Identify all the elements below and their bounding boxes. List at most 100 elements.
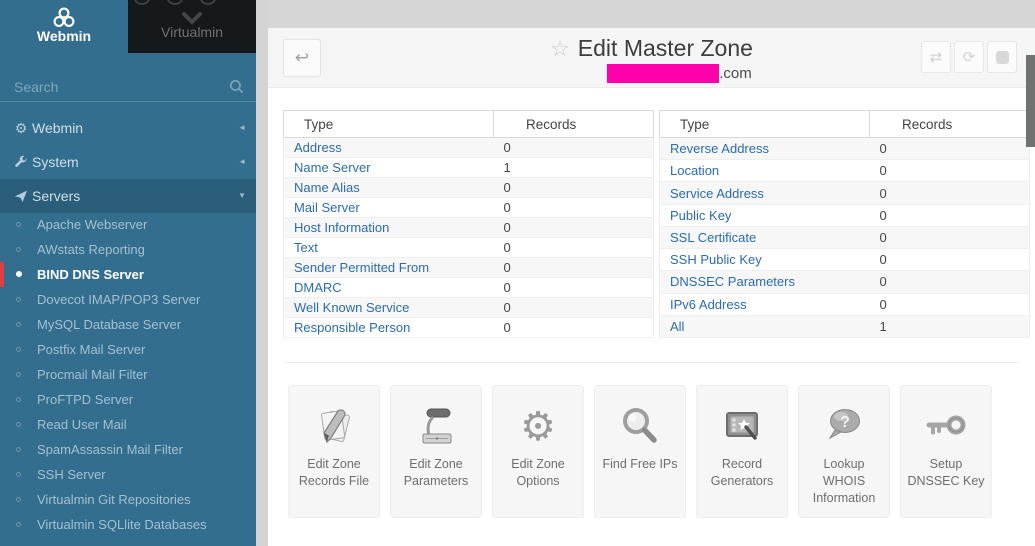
sidebar-item-awstats-reporting[interactable]: AWstats Reporting (0, 237, 256, 262)
record-type-row: Host Information 0 (284, 218, 654, 238)
svg-text:?: ? (840, 414, 850, 431)
paper-plane-icon (12, 179, 30, 213)
record-count: 0 (880, 252, 887, 267)
action-label: Edit Zone Options (493, 454, 583, 490)
record-type-link[interactable]: Well Known Service (294, 300, 409, 315)
sidebar-item-proftpd-server[interactable]: ProFTPD Server (0, 387, 256, 412)
action-find-free-ips[interactable]: Find Free IPs (594, 385, 686, 518)
repeat-button[interactable]: ⇄ (921, 41, 951, 73)
record-type-link[interactable]: All (670, 319, 684, 334)
record-count: 0 (504, 300, 511, 315)
record-type-link[interactable]: Text (294, 240, 318, 255)
page-header: ↩ ☆Edit Master Zone .com ⇄ ⟳ (268, 28, 1035, 88)
record-type-link[interactable]: Name Server (294, 160, 371, 175)
sidebar-item-procmail-mail-filter[interactable]: Procmail Mail Filter (0, 362, 256, 387)
sidebar-item-dovecot-imap-pop3-server[interactable]: Dovecot IMAP/POP3 Server (0, 287, 256, 312)
record-count: 0 (504, 260, 511, 275)
record-type-row: DMARC 0 (284, 278, 654, 298)
menu-item-label: Webmin (32, 120, 83, 136)
tab-virtualmin[interactable]: Virtualmin (128, 0, 256, 53)
record-type-link[interactable]: Sender Permitted From (294, 260, 429, 275)
sidebar-search (0, 72, 256, 102)
sidebar-item-apache-webserver[interactable]: Apache Webserver (0, 212, 256, 237)
question-bubble-icon: ? (821, 399, 867, 454)
refresh-button[interactable]: ⟳ (954, 41, 984, 73)
bullet-icon (16, 447, 21, 452)
sidebar-item-label: ProFTPD Server (37, 392, 133, 407)
sidebar-item-label: Postfix Mail Server (37, 342, 145, 357)
record-count: 1 (504, 160, 511, 175)
action-setup-dnssec-key[interactable]: Setup DNSSEC Key (900, 385, 992, 518)
sidebar-item-spamassassin-mail-filter[interactable]: SpamAssassin Mail Filter (0, 437, 256, 462)
sidebar-item-ssh-server[interactable]: SSH Server (0, 462, 256, 487)
key-icon (923, 399, 969, 454)
record-type-link[interactable]: Public Key (670, 208, 731, 223)
record-type-link[interactable]: SSL Certificate (670, 230, 756, 245)
record-type-link[interactable]: Service Address (670, 186, 764, 201)
record-type-link[interactable]: IPv6 Address (670, 297, 747, 312)
domain-suffix: .com (719, 65, 752, 82)
theme-tabs: Webmin Virtualmin (0, 0, 256, 53)
record-type-link[interactable]: DMARC (294, 280, 342, 295)
record-type-link[interactable]: Responsible Person (294, 320, 410, 335)
action-edit-zone-parameters[interactable]: Edit Zone Parameters (390, 385, 482, 518)
record-type-row: IPv6 Address 0 (660, 293, 1030, 315)
favorite-star-icon[interactable]: ☆ (550, 36, 570, 61)
sidebar-item-bind-dns-server[interactable]: BIND DNS Server (0, 262, 256, 287)
tab-virtualmin-label: Virtualmin (128, 24, 256, 40)
page-gutter (256, 0, 268, 546)
menu-item-label: System (32, 154, 79, 170)
record-count: 0 (504, 320, 511, 335)
action-edit-zone-records-file[interactable]: Edit Zone Records File (288, 385, 380, 518)
search-input[interactable] (0, 72, 256, 101)
tab-webmin[interactable]: Webmin (0, 0, 128, 53)
record-type-link[interactable]: Reverse Address (670, 141, 769, 156)
page-background-strip (268, 0, 1035, 28)
record-count: 0 (880, 163, 887, 178)
record-type-row: Name Alias 0 (284, 178, 654, 198)
column-header-records: Records (494, 111, 654, 138)
sidebar-item-virtualmin-git-repositories[interactable]: Virtualmin Git Repositories (0, 487, 256, 512)
record-type-link[interactable]: Host Information (294, 220, 389, 235)
action-record-generators[interactable]: Record Generators (696, 385, 788, 518)
record-type-link[interactable]: SSH Public Key (670, 252, 762, 267)
sidebar-item-label: AWstats Reporting (37, 242, 145, 257)
record-count: 0 (504, 240, 511, 255)
record-count: 0 (880, 186, 887, 201)
menu-item-webmin[interactable]: ⚙ Webmin ◄ (0, 111, 256, 145)
title-block: ☆Edit Master Zone .com (268, 35, 1035, 83)
record-type-link[interactable]: Name Alias (294, 180, 360, 195)
sidebar-item-read-user-mail[interactable]: Read User Mail (0, 412, 256, 437)
record-type-link[interactable]: Address (294, 140, 342, 155)
menu-item-servers[interactable]: Servers ▼ (0, 179, 256, 213)
zone-actions: Edit Zone Records File Edit Zone Paramet… (288, 385, 992, 518)
record-type-row: Text 0 (284, 238, 654, 258)
action-label: Lookup WHOIS Information (799, 454, 889, 507)
record-type-link[interactable]: Location (670, 163, 719, 178)
sidebar-item-virtualmin-sqllite-databases[interactable]: Virtualmin SQLlite Databases (0, 512, 256, 537)
record-type-tables: Type Records Address 0 Name Server 1 Nam… (283, 110, 1030, 338)
sidebar-item-label: SSH Server (37, 467, 106, 482)
action-label: Find Free IPs (597, 454, 682, 473)
record-count: 0 (504, 140, 511, 155)
bullet-icon (16, 522, 21, 527)
sidebar-item-label: Dovecot IMAP/POP3 Server (37, 292, 200, 307)
sidebar-item-postfix-mail-server[interactable]: Postfix Mail Server (0, 337, 256, 362)
stop-button[interactable] (987, 41, 1017, 73)
action-label: Edit Zone Records File (289, 454, 379, 490)
record-type-row: Mail Server 0 (284, 198, 654, 218)
bullet-icon (16, 297, 21, 302)
column-header-type: Type (284, 111, 494, 138)
bullet-icon (16, 247, 21, 252)
action-edit-zone-options[interactable]: ⚙ Edit Zone Options (492, 385, 584, 518)
chevron-left-icon: ◄ (238, 145, 246, 179)
sidebar: Webmin Virtualmin ⚙ Webmin (0, 0, 256, 546)
sidebar-item-mysql-database-server[interactable]: MySQL Database Server (0, 312, 256, 337)
record-type-link[interactable]: Mail Server (294, 200, 360, 215)
record-count: 0 (880, 141, 887, 156)
bullet-icon (16, 271, 22, 277)
menu-item-system[interactable]: System ◄ (0, 145, 256, 179)
action-lookup-whois-information[interactable]: ? Lookup WHOIS Information (798, 385, 890, 518)
record-type-link[interactable]: DNSSEC Parameters (670, 274, 795, 289)
scrollbar-thumb[interactable] (1026, 55, 1035, 147)
